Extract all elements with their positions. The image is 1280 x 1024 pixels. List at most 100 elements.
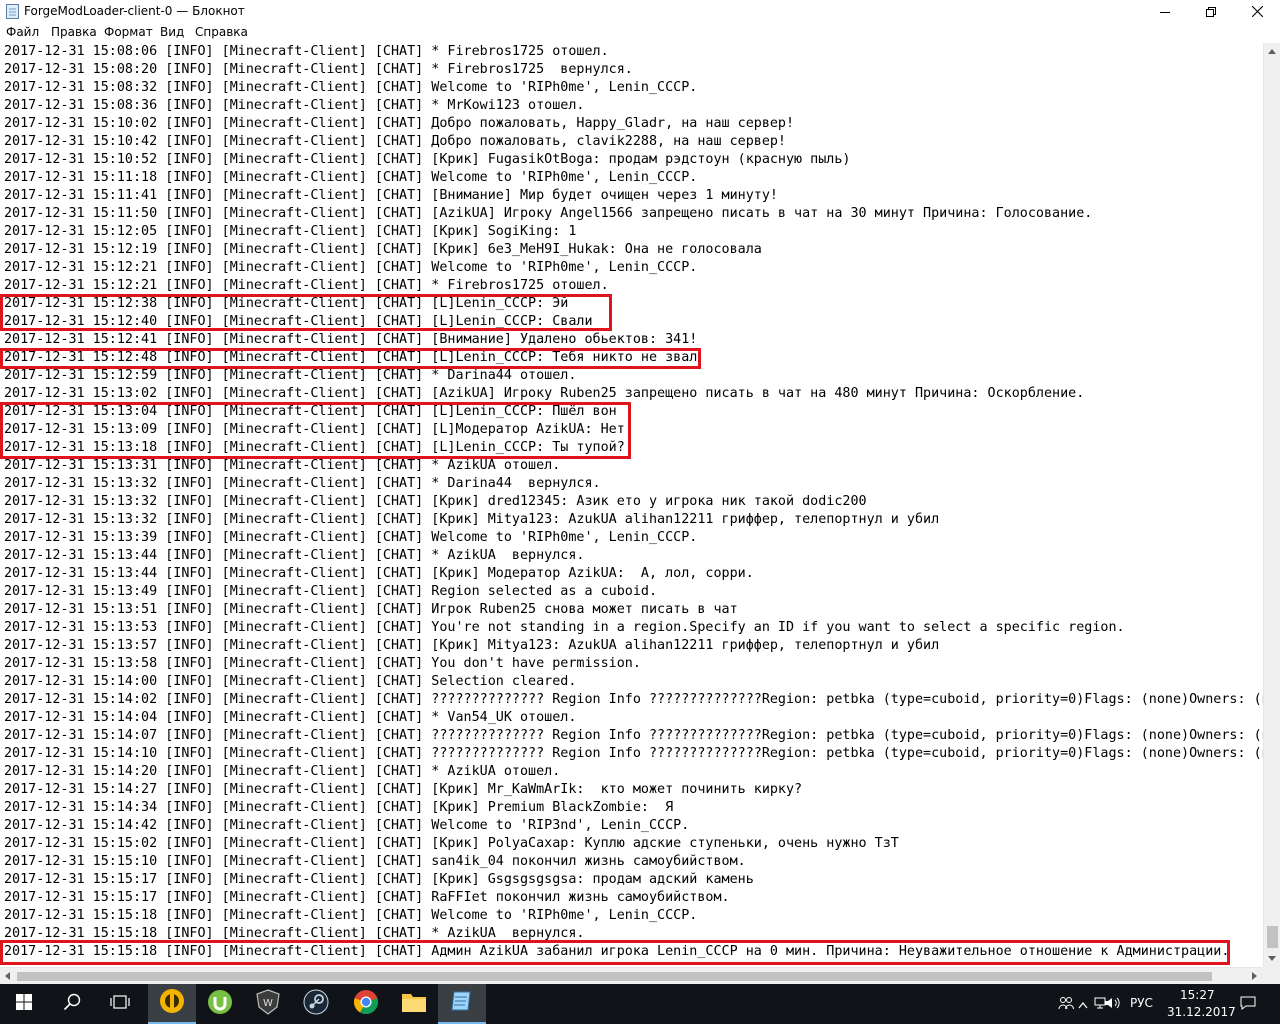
log-line: 2017-12-31 15:11:41 [INFO] [Minecraft-Cl… — [4, 188, 778, 203]
taskbar-app-utorrent[interactable] — [196, 984, 244, 1024]
task-view-button[interactable] — [96, 984, 144, 1024]
log-line: 2017-12-31 15:15:10 [INFO] [Minecraft-Cl… — [4, 854, 746, 869]
log-lines: 2017-12-31 15:08:06 [INFO] [Minecraft-Cl… — [4, 43, 1263, 961]
launcher-icon — [159, 988, 185, 1018]
log-line: 2017-12-31 15:12:41 [INFO] [Minecraft-Cl… — [4, 332, 698, 347]
start-button[interactable] — [0, 984, 48, 1024]
highlight-box — [0, 940, 1230, 965]
scroll-left-icon[interactable] — [5, 972, 10, 980]
volume-icon[interactable] — [1104, 996, 1122, 1013]
close-button[interactable] — [1234, 0, 1280, 23]
menu-edit[interactable]: Правка — [51, 25, 97, 39]
menu-help[interactable]: Справка — [195, 25, 248, 39]
taskbar: W РУС 15:27 31.12.2017 — [0, 984, 1280, 1024]
log-line: 2017-12-31 15:13:32 [INFO] [Minecraft-Cl… — [4, 494, 867, 509]
log-line: 2017-12-31 15:13:32 [INFO] [Minecraft-Cl… — [4, 476, 601, 491]
log-line: 2017-12-31 15:13:57 [INFO] [Minecraft-Cl… — [4, 638, 940, 653]
windows-icon — [16, 994, 32, 1014]
menu-bar: Файл Правка Формат Вид Справка — [0, 23, 1280, 43]
notepad-icon — [450, 989, 474, 1017]
log-line: 2017-12-31 15:10:42 [INFO] [Minecraft-Cl… — [4, 134, 786, 149]
log-line: 2017-12-31 15:13:31 [INFO] [Minecraft-Cl… — [4, 458, 561, 473]
highlight-box — [0, 348, 701, 369]
language-indicator[interactable]: РУС — [1130, 996, 1153, 1010]
task-view-icon — [110, 994, 130, 1014]
menu-view[interactable]: Вид — [160, 25, 184, 39]
window-title: ForgeModLoader-client-0 — Блокнот — [24, 4, 245, 18]
log-line: 2017-12-31 15:13:53 [INFO] [Minecraft-Cl… — [4, 620, 1125, 635]
close-icon — [1251, 2, 1263, 21]
menu-file[interactable]: Файл — [6, 25, 39, 39]
log-line: 2017-12-31 15:08:36 [INFO] [Minecraft-Cl… — [4, 98, 585, 113]
log-line: 2017-12-31 15:12:59 [INFO] [Minecraft-Cl… — [4, 368, 577, 383]
vertical-scroll-thumb[interactable] — [1267, 926, 1278, 948]
log-line: 2017-12-31 15:14:42 [INFO] [Minecraft-Cl… — [4, 818, 690, 833]
text-editor[interactable]: 2017-12-31 15:08:06 [INFO] [Minecraft-Cl… — [0, 43, 1263, 967]
log-line: 2017-12-31 15:12:05 [INFO] [Minecraft-Cl… — [4, 224, 577, 239]
log-line: 2017-12-31 15:13:02 [INFO] [Minecraft-Cl… — [4, 386, 1085, 401]
folder-icon — [401, 991, 427, 1017]
taskbar-app-minecraft-launcher[interactable] — [148, 984, 196, 1024]
restore-button[interactable] — [1188, 0, 1234, 23]
highlight-box — [0, 402, 631, 459]
log-line: 2017-12-31 15:15:02 [INFO] [Minecraft-Cl… — [4, 836, 899, 851]
notepad-icon — [6, 4, 19, 19]
chrome-icon — [353, 989, 379, 1019]
taskbar-app-chrome[interactable] — [342, 984, 390, 1024]
log-line: 2017-12-31 15:08:32 [INFO] [Minecraft-Cl… — [4, 80, 698, 95]
taskbar-app-steam[interactable] — [292, 984, 340, 1024]
vertical-scrollbar[interactable] — [1263, 43, 1280, 967]
clock-time[interactable]: 15:27 — [1180, 988, 1215, 1002]
title-bar[interactable]: ForgeModLoader-client-0 — Блокнот — [0, 0, 1280, 23]
scroll-up-icon[interactable] — [1268, 49, 1276, 54]
search-icon — [63, 993, 81, 1015]
log-line: 2017-12-31 15:13:44 [INFO] [Minecraft-Cl… — [4, 548, 585, 563]
tanks-icon: W — [256, 989, 280, 1019]
log-line: 2017-12-31 15:14:27 [INFO] [Minecraft-Cl… — [4, 782, 803, 797]
scroll-down-icon[interactable] — [1268, 956, 1276, 961]
scrollbar-corner — [1263, 967, 1280, 984]
log-line: 2017-12-31 15:15:17 [INFO] [Minecraft-Cl… — [4, 872, 754, 887]
log-line: 2017-12-31 15:08:20 [INFO] [Minecraft-Cl… — [4, 62, 633, 77]
highlight-box — [0, 294, 612, 331]
utorrent-icon — [207, 989, 233, 1019]
taskbar-app-file-explorer[interactable] — [390, 984, 438, 1024]
log-line: 2017-12-31 15:13:32 [INFO] [Minecraft-Cl… — [4, 512, 940, 527]
log-line: 2017-12-31 15:15:17 [INFO] [Minecraft-Cl… — [4, 890, 730, 905]
log-line: 2017-12-31 15:11:50 [INFO] [Minecraft-Cl… — [4, 206, 1093, 221]
log-line: 2017-12-31 15:14:20 [INFO] [Minecraft-Cl… — [4, 764, 561, 779]
log-line: 2017-12-31 15:15:18 [INFO] [Minecraft-Cl… — [4, 908, 698, 923]
log-line: 2017-12-31 15:13:44 [INFO] [Minecraft-Cl… — [4, 566, 754, 581]
taskbar-app-world-of-tanks[interactable]: W — [244, 984, 292, 1024]
log-line: 2017-12-31 15:14:04 [INFO] [Minecraft-Cl… — [4, 710, 577, 725]
chevron-up-icon[interactable] — [1078, 998, 1088, 1012]
log-line: 2017-12-31 15:10:52 [INFO] [Minecraft-Cl… — [4, 152, 851, 167]
log-line: 2017-12-31 15:12:21 [INFO] [Minecraft-Cl… — [4, 260, 698, 275]
menu-format[interactable]: Формат — [104, 25, 153, 39]
clock-date[interactable]: 31.12.2017 — [1167, 1005, 1236, 1019]
log-line: 2017-12-31 15:12:19 [INFO] [Minecraft-Cl… — [4, 242, 762, 257]
log-line: 2017-12-31 15:13:49 [INFO] [Minecraft-Cl… — [4, 584, 658, 599]
steam-icon — [303, 989, 329, 1019]
log-line: 2017-12-31 15:14:07 [INFO] [Minecraft-Cl… — [4, 728, 1263, 743]
people-icon[interactable] — [1058, 996, 1074, 1013]
log-line: 2017-12-31 15:14:02 [INFO] [Minecraft-Cl… — [4, 692, 1263, 707]
log-line: 2017-12-31 15:13:51 [INFO] [Minecraft-Cl… — [4, 602, 738, 617]
svg-text:W: W — [263, 998, 273, 1009]
log-line: 2017-12-31 15:14:10 [INFO] [Minecraft-Cl… — [4, 746, 1263, 761]
horizontal-scroll-thumb[interactable] — [17, 972, 1212, 981]
horizontal-scrollbar[interactable] — [0, 967, 1263, 985]
log-line: 2017-12-31 15:14:00 [INFO] [Minecraft-Cl… — [4, 674, 577, 689]
log-line: 2017-12-31 15:11:18 [INFO] [Minecraft-Cl… — [4, 170, 698, 185]
taskbar-app-notepad[interactable] — [438, 984, 486, 1024]
scroll-right-icon[interactable] — [1252, 972, 1257, 980]
minimize-button[interactable] — [1142, 0, 1188, 23]
log-line: 2017-12-31 15:13:58 [INFO] [Minecraft-Cl… — [4, 656, 641, 671]
search-button[interactable] — [48, 984, 96, 1024]
log-line: 2017-12-31 15:08:06 [INFO] [Minecraft-Cl… — [4, 44, 609, 59]
log-line: 2017-12-31 15:10:02 [INFO] [Minecraft-Cl… — [4, 116, 795, 131]
log-line: 2017-12-31 15:12:21 [INFO] [Minecraft-Cl… — [4, 278, 609, 293]
restore-icon — [1206, 2, 1216, 21]
notifications-icon[interactable] — [1240, 996, 1256, 1013]
log-line: 2017-12-31 15:14:34 [INFO] [Minecraft-Cl… — [4, 800, 674, 815]
